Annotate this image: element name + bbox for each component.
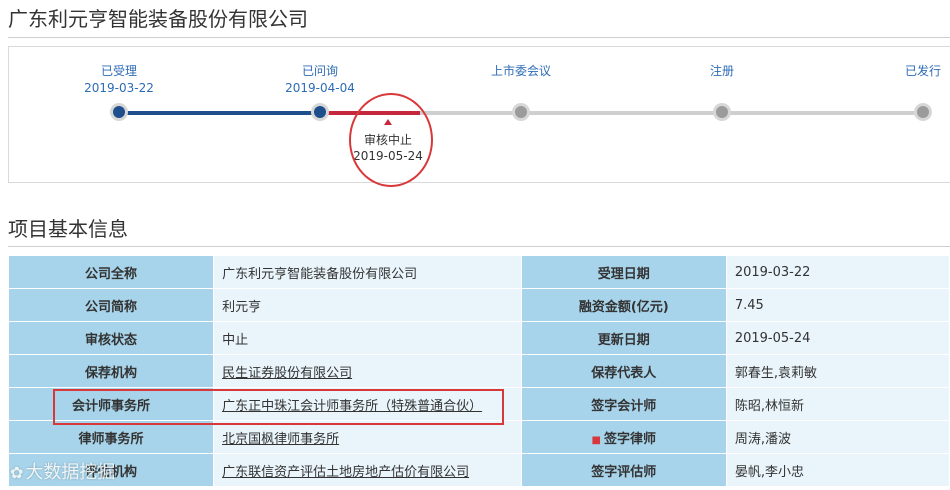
track-done [119, 111, 320, 115]
highlight-annotation-box [53, 389, 504, 425]
stage-label-registration: 注册 [709, 64, 735, 78]
stage-label-issued: 已发行 [904, 64, 942, 78]
table-row: 公司全称 广东利元亨智能装备股份有限公司 受理日期 2019-03-22 [7, 255, 950, 289]
watermark-logo-icon: ✿ [10, 463, 24, 482]
value-financing-amount: 7.45 [725, 288, 950, 322]
project-info-table: 公司全称 广东利元亨智能装备股份有限公司 受理日期 2019-03-22 公司简… [7, 255, 950, 487]
watermark: ✿ 大数据挖掘 [10, 458, 115, 484]
marker-dot-icon: ■ [591, 434, 601, 446]
stage-dot-issued [917, 106, 929, 118]
title-divider [8, 37, 950, 38]
stage-dot-accepted [113, 106, 125, 118]
sponsor-link[interactable]: 民生证券股份有限公司 [222, 366, 352, 381]
label-sponsor-rep: 保荐代表人 [520, 354, 727, 388]
stage-dot-inquired [314, 106, 326, 118]
table-row: 公司简称 利元亨 融资金额(亿元) 7.45 [7, 288, 950, 322]
label-signing-lawyer: 签字律师 [604, 431, 657, 447]
watermark-text: 大数据挖掘 [25, 462, 116, 483]
section-title: 项目基本信息 [8, 217, 128, 241]
halt-annotation-circle [349, 93, 433, 187]
label-company-short-name: 公司简称 [7, 288, 215, 322]
value-accept-date: 2019-03-22 [725, 255, 950, 289]
page-title: 广东利元亨智能装备股份有限公司 [8, 7, 308, 31]
track-pending [420, 111, 923, 115]
value-signing-lawyer: 周涛,潘波 [725, 420, 950, 454]
label-company-full-name: 公司全称 [7, 255, 215, 289]
table-row: 审核状态 中止 更新日期 2019-05-24 [7, 321, 950, 355]
stage-date-accepted: 2019-03-22 [84, 81, 154, 95]
label-update-date: 更新日期 [520, 321, 727, 355]
label-sponsor: 保荐机构 [7, 354, 215, 388]
value-signing-appraiser: 晏帆,李小忠 [725, 453, 950, 487]
value-signing-accountant: 陈昭,林恒新 [725, 387, 950, 421]
table-row: 律师事务所 北京国枫律师事务所 ■ 签字律师 周涛,潘波 [7, 420, 950, 454]
stage-label-inquired: 已问询 [301, 64, 339, 78]
stage-dot-registration [716, 106, 728, 118]
label-review-status: 审核状态 [7, 321, 215, 355]
appraisal-firm-link[interactable]: 广东联信资产评估土地房地产估价有限公司 [222, 465, 469, 480]
stage-date-inquired: 2019-04-04 [285, 81, 355, 95]
value-update-date: 2019-05-24 [725, 321, 950, 355]
section-divider [8, 246, 950, 247]
value-review-status: 中止 [213, 321, 522, 355]
stage-dot-committee [515, 106, 527, 118]
table-row: 保荐机构 民生证券股份有限公司 保荐代表人 郭春生,袁莉敏 [7, 354, 950, 388]
stage-label-committee: 上市委会议 [490, 64, 552, 78]
law-firm-link[interactable]: 北京国枫律师事务所 [222, 432, 339, 447]
label-signing-accountant: 签字会计师 [520, 387, 727, 421]
label-signing-appraiser: 签字评估师 [520, 453, 727, 487]
value-company-short-name: 利元亨 [213, 288, 522, 322]
table-row: 评估机构 广东联信资产评估土地房地产估价有限公司 签字评估师 晏帆,李小忠 [7, 453, 950, 487]
label-financing-amount: 融资金额(亿元) [520, 288, 727, 322]
value-company-full-name: 广东利元亨智能装备股份有限公司 [213, 255, 522, 289]
value-sponsor-rep: 郭春生,袁莉敏 [725, 354, 950, 388]
stage-label-accepted: 已受理 [100, 64, 138, 78]
label-accept-date: 受理日期 [520, 255, 727, 289]
label-law-firm: 律师事务所 [7, 420, 215, 454]
